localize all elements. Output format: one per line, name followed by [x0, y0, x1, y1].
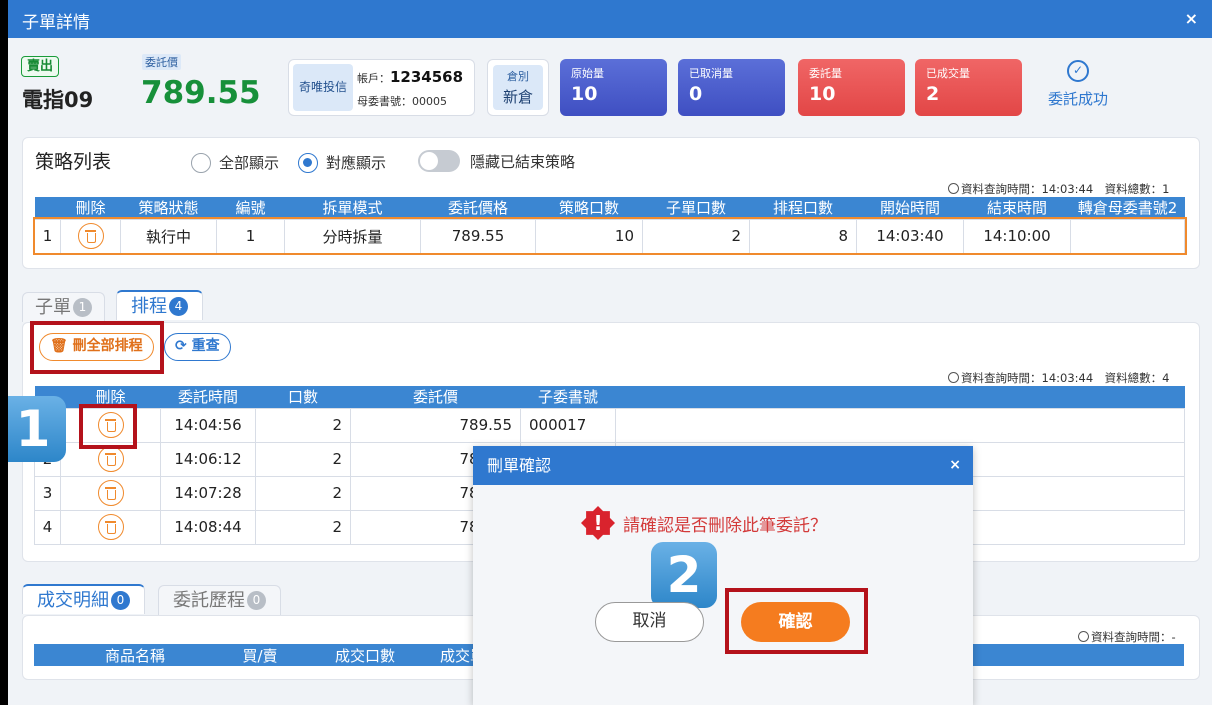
reload-button[interactable]: ⟳ 重查: [164, 333, 231, 361]
radio-show-all[interactable]: 全部顯示: [191, 152, 279, 173]
highlight-confirm: [725, 588, 868, 654]
broker-name: 奇唯投信: [293, 64, 353, 111]
price-label: 委託價: [142, 54, 181, 70]
trash-icon[interactable]: [97, 480, 124, 506]
warning-icon: !: [581, 506, 615, 540]
window-titlebar: 子單詳情 ×: [8, 0, 1212, 38]
stat-order-qty: 委託量 10: [798, 59, 905, 116]
dialog-title-bar: 刪單確認 ×: [473, 446, 973, 485]
trash-icon[interactable]: [97, 446, 124, 472]
step-marker-2: 2: [651, 542, 717, 608]
strategy-table-header: 刪除 策略狀態 編號 拆單模式 委託價格 策略口數 子單口數 排程口數 開始時間 結束時間 轉倉母委…: [34, 197, 1185, 219]
clock-icon: [948, 372, 959, 383]
dialog-message: ! 請確認是否刪除此筆委託？: [581, 506, 827, 540]
stat-original-qty: 原始量 10: [560, 59, 667, 116]
window-close-icon[interactable]: ×: [1185, 9, 1198, 28]
stat-filled-qty: 已成交量 2: [915, 59, 1022, 116]
step-marker-1: 1: [8, 396, 66, 462]
side-badge: 賣出: [21, 56, 60, 77]
order-status: ✓ 委託成功: [1043, 60, 1113, 109]
order-status-text: 委託成功: [1047, 90, 1108, 108]
product-name: 電指09: [22, 88, 94, 112]
tab-child-orders[interactable]: 子單 1: [22, 292, 105, 322]
radio-show-matched[interactable]: 對應顯示: [298, 152, 386, 173]
account-line: 帳戶：1234568: [357, 68, 464, 86]
check-circle-icon: ✓: [1067, 60, 1089, 82]
position-type-box: 倉別 新倉: [487, 59, 549, 116]
mother-order-number: 00005: [412, 95, 447, 108]
schedule-table-header: 刪除 委託時間 口數 委託價 子委書號: [34, 386, 1185, 408]
account-box: 奇唯投信 帳戶：1234568 母委書號：00005: [288, 59, 475, 116]
delete-confirm-dialog: 刪單確認 × ! 請確認是否刪除此筆委託？ 2 取消 確認: [473, 446, 973, 705]
clock-icon: [1078, 631, 1089, 642]
cancel-button[interactable]: 取消: [595, 602, 704, 642]
highlight-delete-all: [30, 321, 164, 374]
dialog-title: 刪單確認: [487, 456, 552, 475]
table-row[interactable]: 1 14:04:56 2 789.55 000017: [34, 407, 1185, 443]
tab-order-history[interactable]: 委託歷程 0: [158, 585, 281, 615]
position-type-value: 新倉: [502, 88, 533, 106]
stat-cancelled-qty: 已取消量 0: [678, 59, 785, 116]
toggle-switch: [418, 150, 460, 172]
window-title: 子單詳情: [22, 13, 90, 33]
strategy-table: 刪除 策略狀態 編號 拆單模式 委託價格 策略口數 子單口數 排程口數 開始時間 結束時間 轉倉母委…: [32, 197, 1187, 255]
dialog-message-text: 請確認是否刪除此筆委託？: [623, 515, 827, 536]
dialog-close-icon[interactable]: ×: [949, 446, 961, 485]
hide-finished-toggle[interactable]: 隱藏已結束策略: [418, 150, 575, 172]
table-row[interactable]: 1 執行中 1 分時拆量 789.55 10 2 8 14:03:40 14:1…: [32, 217, 1187, 255]
schedule-meta: 資料查詢時間：14:03:44 資料總數：4: [948, 370, 1169, 386]
tab-fill-details[interactable]: 成交明細 0: [22, 584, 145, 614]
mother-order-line: 母委書號：00005: [357, 95, 447, 108]
highlight-row-delete: [79, 404, 137, 449]
account-number: 1234568: [390, 68, 464, 86]
child-order-window: 子單詳情 × 賣出 電指09 委託價 789.55 奇唯投信 帳戶：123456…: [8, 0, 1212, 705]
trash-icon[interactable]: [77, 223, 104, 249]
clock-icon: [948, 183, 959, 194]
strategy-meta: 資料查詢時間：14:03:44 資料總數：1: [948, 181, 1169, 197]
strategy-title: 策略列表: [35, 151, 112, 173]
refresh-icon: ⟳: [175, 338, 187, 354]
tab-schedule[interactable]: 排程 4: [116, 290, 203, 320]
position-type-label: 倉別: [507, 70, 529, 83]
fills-meta: 資料查詢時間：-: [1078, 629, 1176, 645]
price-value: 789.55: [141, 75, 261, 111]
trash-icon[interactable]: [97, 514, 124, 540]
